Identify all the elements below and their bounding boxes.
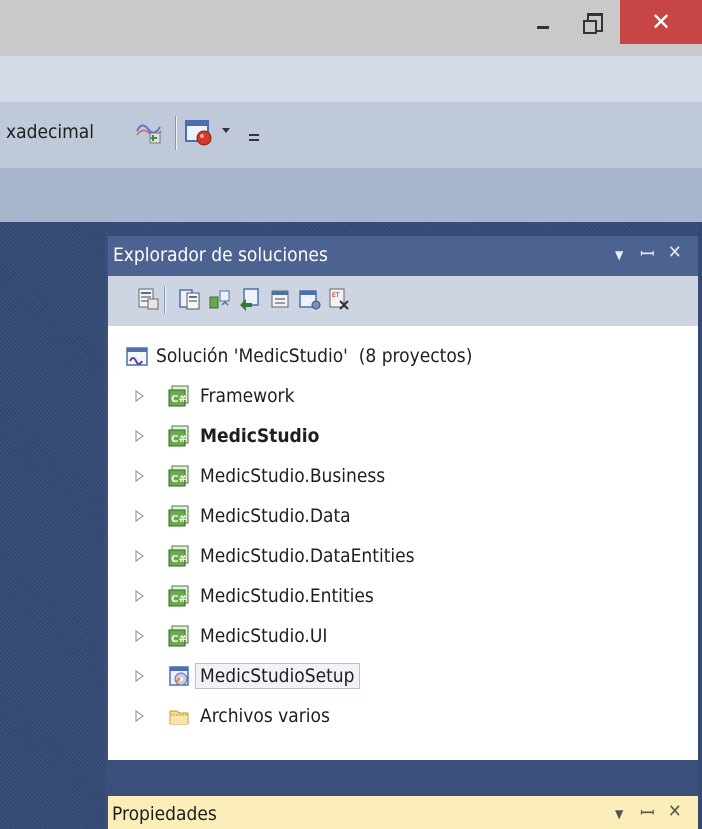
tree-item-medicstudio-entities[interactable]: C# MedicStudio.Entities [134, 578, 374, 614]
svg-text:C#: C# [171, 434, 187, 445]
view-code-icon[interactable] [238, 287, 262, 311]
close-panel-icon[interactable]: ✕ [668, 242, 682, 263]
minimize-button[interactable] [515, 0, 571, 44]
toolbar-overflow-icon[interactable] [249, 134, 259, 144]
solution-explorer-toolbar: ET [108, 276, 698, 326]
properties-title: Propiedades [112, 803, 217, 825]
dock-edge [698, 222, 702, 829]
expand-arrow-icon[interactable] [134, 430, 146, 442]
breakpoint-window-icon[interactable] [184, 117, 214, 147]
tree-item-label: MedicStudio.Data [200, 505, 351, 527]
refresh-icon[interactable] [208, 287, 232, 311]
svg-text:C#: C# [171, 394, 187, 405]
tree-item-label: MedicStudioSetup [195, 663, 360, 689]
csharp-project-icon: C# [168, 545, 189, 567]
csharp-project-icon: C# [168, 385, 189, 407]
svg-text:C#: C# [171, 634, 187, 645]
pin-icon[interactable]: ꟷ [640, 242, 655, 266]
svg-text:C#: C# [171, 514, 187, 525]
expand-arrow-icon[interactable] [134, 390, 146, 402]
solution-icon [126, 347, 148, 366]
tree-item-label: MedicStudio.DataEntities [200, 545, 415, 567]
editor-background [0, 222, 105, 829]
csharp-project-icon: C# [168, 625, 189, 647]
window-title-bar: ✕ [0, 0, 702, 56]
show-threads-icon[interactable] [134, 117, 166, 147]
restore-button[interactable] [571, 0, 619, 44]
dock-background [105, 222, 702, 236]
tree-item-archivos-varios[interactable]: Archivos varios [134, 698, 330, 734]
expand-arrow-icon[interactable] [134, 550, 146, 562]
svg-text:C#: C# [171, 594, 187, 605]
show-all-files-icon[interactable] [178, 287, 202, 311]
folder-icon [169, 710, 189, 725]
menu-bar [0, 56, 702, 102]
setup-project-icon [169, 666, 189, 686]
csharp-project-icon: C# [168, 425, 189, 447]
svg-text:C#: C# [171, 554, 187, 565]
expand-arrow-icon[interactable] [134, 670, 146, 682]
tree-item-medicstudio-data[interactable]: C# MedicStudio.Data [134, 498, 351, 534]
minimize-icon [537, 25, 549, 29]
tree-item-label: MedicStudio [200, 425, 320, 447]
tree-item-medicstudio[interactable]: C# MedicStudio [134, 418, 319, 454]
tree-item-medicstudiosetup[interactable]: MedicStudioSetup [134, 658, 360, 694]
tree-item-label: MedicStudio.UI [200, 625, 328, 647]
toolbar-separator [175, 116, 177, 150]
class-diagram-icon[interactable] [298, 287, 322, 311]
close-button[interactable]: ✕ [620, 0, 702, 44]
tree-item-medicstudio-dataentities[interactable]: C# MedicStudio.DataEntities [134, 538, 415, 574]
solution-explorer-header[interactable]: Explorador de soluciones ▼ ꟷ ✕ [108, 236, 698, 276]
toolbar-hexadecimal-label[interactable]: xadecimal [6, 121, 94, 143]
copy-website-icon[interactable]: ET [328, 287, 352, 311]
panel-menu-dropdown-icon[interactable]: ▼ [615, 807, 623, 821]
expand-arrow-icon[interactable] [134, 470, 146, 482]
tree-item-medicstudio-business[interactable]: C# MedicStudio.Business [134, 458, 385, 494]
solution-root-label: Solución 'MedicStudio' (8 proyectos) [156, 345, 473, 367]
tree-item-label: MedicStudio.Entities [200, 585, 374, 607]
toolbar [0, 102, 702, 168]
tree-item-label: Archivos varios [200, 705, 330, 727]
breakpoint-dropdown-arrow[interactable] [222, 128, 230, 133]
toolbar-separator [164, 286, 166, 314]
panel-menu-dropdown-icon[interactable]: ▼ [615, 248, 623, 262]
expand-arrow-icon[interactable] [134, 510, 146, 522]
solution-root-node[interactable]: Solución 'MedicStudio' (8 proyectos) [126, 340, 472, 372]
csharp-project-icon: C# [168, 505, 189, 527]
view-designer-icon[interactable] [268, 287, 292, 311]
toolbar-secondary [0, 168, 702, 222]
tree-item-medicstudio-ui[interactable]: C# MedicStudio.UI [134, 618, 327, 654]
tree-item-framework[interactable]: C# Framework [134, 378, 294, 414]
close-panel-icon[interactable]: ✕ [668, 801, 682, 822]
tree-item-label: Framework [200, 385, 295, 407]
csharp-project-icon: C# [168, 465, 189, 487]
restore-icon [583, 12, 603, 34]
tree-item-label: MedicStudio.Business [200, 465, 386, 487]
solution-explorer-title: Explorador de soluciones [113, 244, 328, 266]
svg-text:C#: C# [171, 474, 187, 485]
close-icon: ✕ [650, 8, 672, 36]
solution-tree: Solución 'MedicStudio' (8 proyectos) C# … [108, 326, 698, 760]
expand-arrow-icon[interactable] [134, 590, 146, 602]
expand-arrow-icon[interactable] [134, 630, 146, 642]
csharp-project-icon: C# [168, 585, 189, 607]
svg-text:ET: ET [332, 292, 340, 299]
expand-arrow-icon[interactable] [134, 710, 146, 722]
properties-header[interactable]: Propiedades ▼ ꟷ ✕ [108, 796, 698, 829]
properties-icon[interactable] [136, 287, 160, 311]
pin-icon[interactable]: ꟷ [640, 801, 655, 825]
